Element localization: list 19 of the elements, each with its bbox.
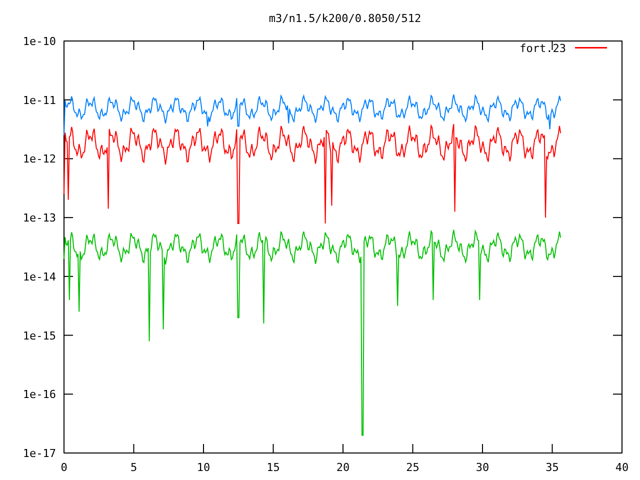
x-tick-label: 40 bbox=[615, 461, 629, 474]
x-tick-label: 30 bbox=[476, 461, 490, 474]
x-tick-label: 15 bbox=[266, 461, 280, 474]
x-tick-label: 20 bbox=[336, 461, 350, 474]
y-tick-label: 1e-11 bbox=[22, 94, 56, 107]
x-tick-label: 10 bbox=[196, 461, 210, 474]
y-tick-label: 1e-13 bbox=[22, 212, 56, 225]
x-tick-label: 0 bbox=[60, 461, 68, 474]
y-tick-label: 1e-14 bbox=[22, 270, 56, 284]
chart-title: m3/n1.5/k200/0.8050/512 bbox=[268, 12, 422, 25]
y-tick-label: 1e-16 bbox=[22, 388, 56, 402]
y-tick-label: 1e-17 bbox=[22, 447, 56, 460]
y-tick-label: 1e-10 bbox=[22, 35, 56, 48]
y-tick-label: 1e-15 bbox=[22, 329, 56, 342]
legend-label: fort.23 bbox=[520, 42, 566, 55]
x-tick-label: 35 bbox=[546, 461, 559, 474]
x-tick-label: 25 bbox=[406, 461, 420, 474]
y-tick-label: 1e-12 bbox=[22, 152, 56, 166]
x-tick-label: 5 bbox=[130, 461, 138, 474]
